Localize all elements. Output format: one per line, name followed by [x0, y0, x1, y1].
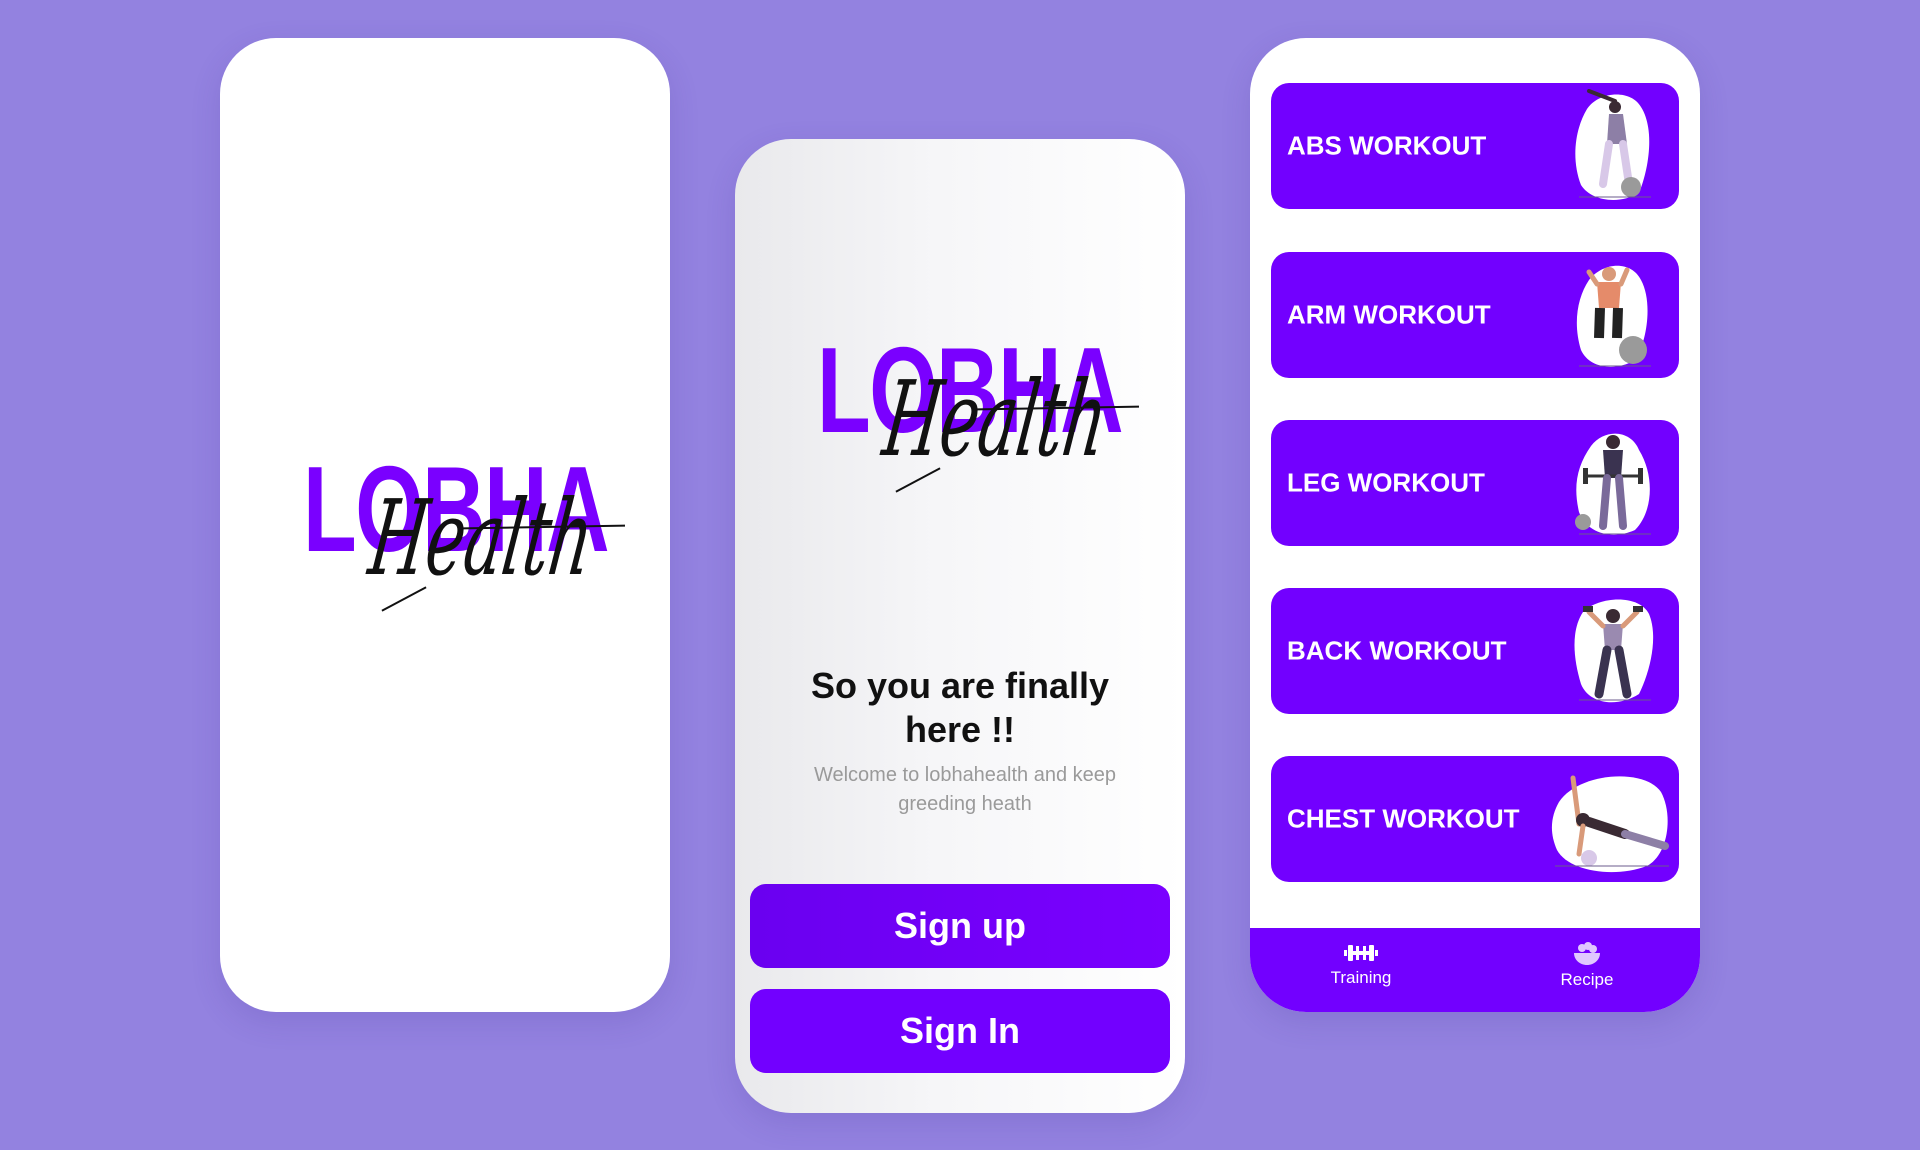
app-logo: LOBHA Health [303, 448, 626, 638]
welcome-title: So you are finally here !! [810, 665, 1110, 750]
card-label: ABS WORKOUT [1287, 130, 1487, 161]
back-workout-card[interactable]: BACK WORKOUT [1271, 588, 1679, 714]
splash-screen: LOBHA Health [220, 38, 670, 1012]
training-screen: ABS WORKOUT ARM WORKOUT LEG WORKOUT BACK… [1250, 38, 1700, 1012]
dumbbell-icon [1344, 945, 1378, 961]
bowl-icon [1574, 942, 1600, 965]
leg-workout-card[interactable]: LEG WORKOUT [1271, 420, 1679, 546]
card-label: ARM WORKOUT [1287, 299, 1491, 330]
nav-training-label: Training [1330, 968, 1392, 987]
nav-recipe[interactable]: Recipe [1527, 942, 1647, 990]
nav-recipe-label: Recipe [1560, 970, 1614, 989]
card-label: CHEST WORKOUT [1287, 803, 1520, 834]
card-label: LEG WORKOUT [1287, 467, 1485, 498]
bottom-nav: Training Recipe [1250, 928, 1700, 1012]
sign-in-button[interactable]: Sign In [750, 989, 1170, 1073]
logo-script: Health [877, 358, 1115, 480]
abs-illustration-icon [1575, 89, 1651, 200]
chest-workout-card[interactable]: CHEST WORKOUT [1271, 756, 1679, 882]
logo-script: Health [363, 477, 601, 599]
arm-illustration-icon [1576, 265, 1651, 367]
card-label: BACK WORKOUT [1287, 635, 1507, 666]
welcome-screen: LOBHA Health So you are finally here !! … [735, 139, 1185, 1113]
chest-illustration-icon [1551, 775, 1669, 873]
back-illustration-icon [1574, 599, 1654, 703]
arm-workout-card[interactable]: ARM WORKOUT [1271, 252, 1679, 378]
sign-up-button[interactable]: Sign up [750, 884, 1170, 968]
nav-training[interactable]: Training [1301, 942, 1421, 988]
abs-workout-card[interactable]: ABS WORKOUT [1271, 83, 1679, 209]
welcome-subtitle: Welcome to lobhahealth and keep greeding… [813, 764, 1117, 815]
app-logo: LOBHA Health [817, 329, 1140, 519]
leg-illustration-icon [1575, 433, 1651, 535]
